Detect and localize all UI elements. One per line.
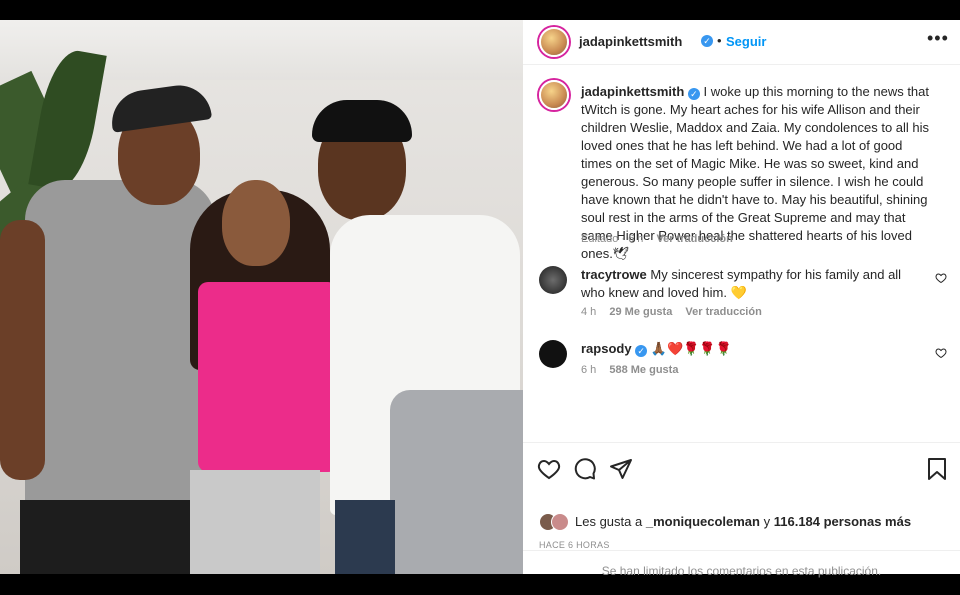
comment-time: 6 h <box>581 364 597 376</box>
author-username[interactable]: jadapinkettsmith <box>579 34 682 49</box>
comment-meta: 4 h 29 Me gusta Ver traducción <box>581 306 762 318</box>
comment-item: rapsody ✓ 🙏🏾❤️🌹🌹🌹 <box>581 340 911 358</box>
author-avatar[interactable] <box>539 27 569 57</box>
save-bookmark-icon[interactable] <box>927 457 947 481</box>
liked-by-user[interactable]: _moniquecoleman <box>646 514 760 529</box>
verified-badge-icon: ✓ <box>635 345 648 357</box>
likes-summary: Les gusta a _moniquecoleman y 116.184 pe… <box>575 513 911 531</box>
post-side-panel: jadapinkettsmith ✓ • Seguir ••• jadapink… <box>523 20 960 578</box>
likes-prefix: Les gusta a <box>575 514 643 529</box>
person-right-jeans <box>335 500 395 574</box>
translate-link[interactable]: Ver traducción <box>656 233 732 245</box>
person-middle-head <box>222 180 290 266</box>
caption-meta: Editado · 6 h Ver traducción <box>581 233 733 245</box>
post-header: jadapinkettsmith ✓ • Seguir ••• <box>523 20 960 65</box>
more-options-icon[interactable]: ••• <box>927 28 949 49</box>
comment-item: tracytrowe My sincerest sympathy for his… <box>581 266 911 302</box>
verified-badge-icon: ✓ <box>687 88 700 100</box>
comment-time: 4 h <box>581 306 597 318</box>
person-left-arm <box>0 220 45 480</box>
person-middle-pants <box>190 470 320 574</box>
likes-others[interactable]: 116.184 personas más <box>774 514 911 529</box>
person-middle-top <box>198 282 338 472</box>
comments-area: jadapinkettsmith ✓ I woke up this mornin… <box>523 64 960 442</box>
verified-badge-icon: ✓ <box>701 35 713 47</box>
person-left-cap <box>107 81 213 133</box>
post-timestamp[interactable]: HACE 6 HORAS <box>539 540 610 550</box>
comment-text: 🙏🏾❤️🌹🌹🌹 <box>650 341 732 356</box>
caption-edited-time: Editado · 6 h <box>581 233 644 245</box>
person-left-vest <box>25 180 215 520</box>
comment-like-heart-icon[interactable] <box>935 347 947 359</box>
liker-avatar <box>551 513 569 531</box>
post-modal: jadapinkettsmith ✓ • Seguir ••• jadapink… <box>0 20 960 578</box>
person-left-pants <box>20 500 190 574</box>
comment-username[interactable]: tracytrowe <box>581 267 647 282</box>
caption-username[interactable]: jadapinkettsmith <box>581 84 684 99</box>
share-send-icon[interactable] <box>609 457 633 481</box>
comment-bubble-icon[interactable] <box>573 457 597 481</box>
person-right-jacket <box>390 390 523 574</box>
post-actions: Les gusta a _moniquecoleman y 116.184 pe… <box>523 442 960 553</box>
comment-avatar[interactable] <box>539 266 567 294</box>
like-heart-icon[interactable] <box>537 457 561 481</box>
follow-button[interactable]: Seguir <box>726 34 766 49</box>
comments-limited-text: Se han limitado los comentarios en esta … <box>601 564 882 578</box>
likes-suffix: y <box>763 514 771 529</box>
comment-meta: 6 h 588 Me gusta <box>581 364 678 376</box>
comment-avatar[interactable] <box>539 340 567 368</box>
comment-likes[interactable]: 29 Me gusta <box>609 306 672 318</box>
post-photo[interactable] <box>0 20 523 574</box>
person-right-hair <box>312 100 412 142</box>
caption-author-avatar[interactable] <box>539 80 569 110</box>
translate-link[interactable]: Ver traducción <box>685 306 761 318</box>
comment-likes[interactable]: 588 Me gusta <box>609 364 678 376</box>
comment-like-heart-icon[interactable] <box>935 272 947 284</box>
comment-username[interactable]: rapsody <box>581 341 632 356</box>
separator-dot: • <box>717 33 722 48</box>
comments-limited-notice: Se han limitado los comentarios en esta … <box>523 550 960 595</box>
